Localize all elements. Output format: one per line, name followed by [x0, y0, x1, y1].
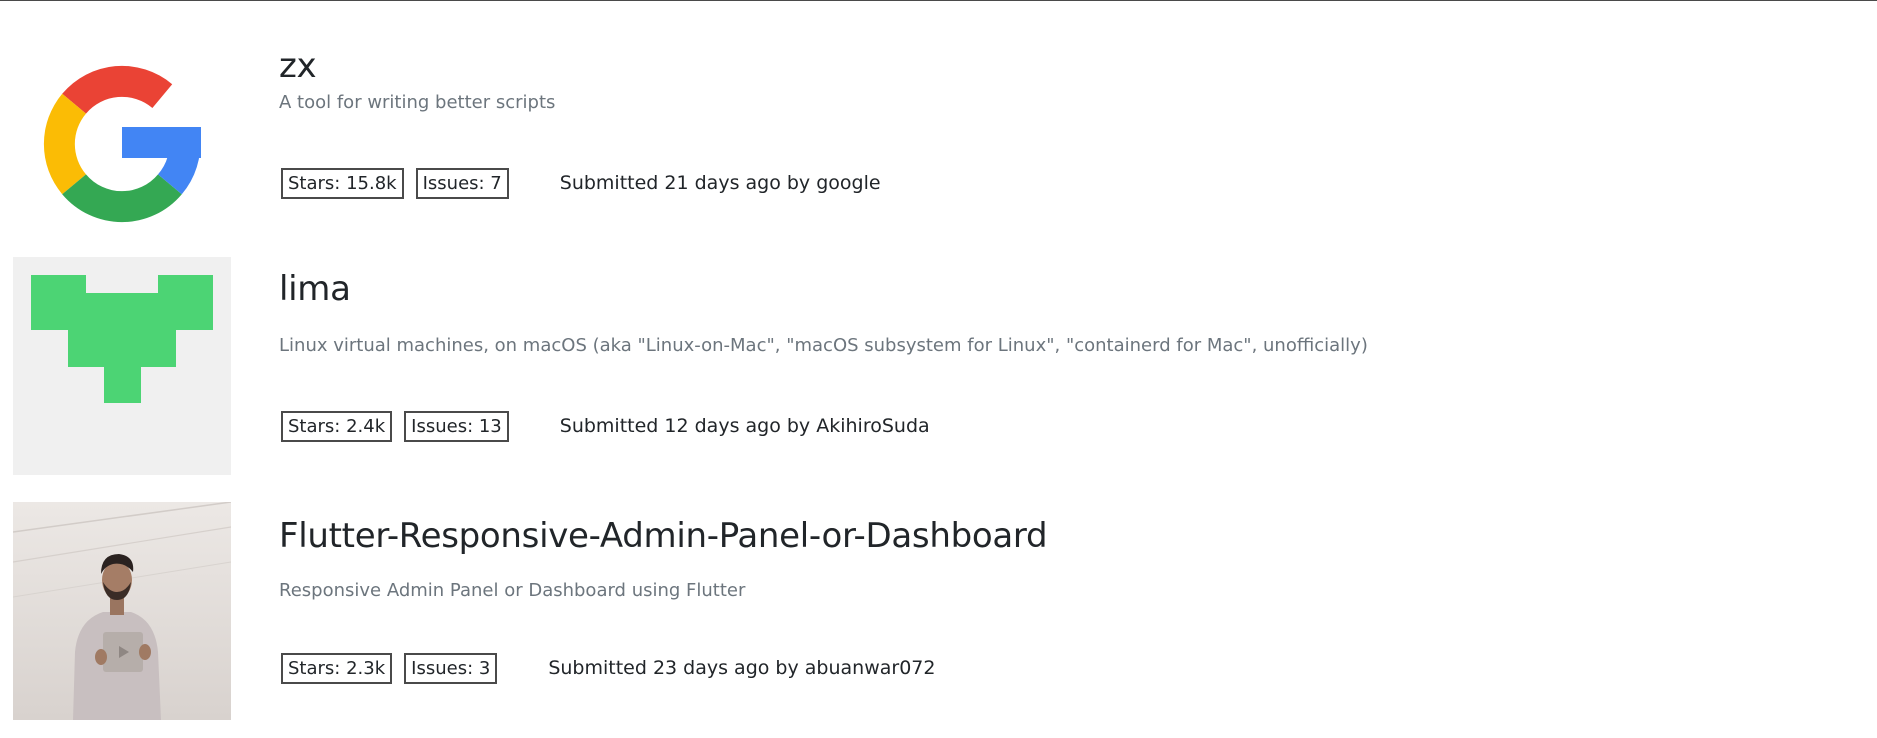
stars-badge: Stars: 15.8k	[281, 168, 404, 199]
repo-name[interactable]: zx	[279, 46, 317, 86]
user-photo[interactable]	[13, 502, 231, 720]
stars-badge: Stars: 2.3k	[281, 653, 393, 684]
submitted-info: Submitted 21 days ago by google	[559, 172, 881, 194]
stars-badge: Stars: 2.4k	[281, 411, 393, 442]
repo-item: lima Linux virtual machines, on macOS (a…	[0, 257, 1877, 477]
top-divider	[0, 0, 1877, 1]
issues-badge: Issues: 13	[404, 411, 509, 442]
submitted-info: Submitted 23 days ago by abuanwar072	[548, 657, 936, 679]
submitted-info: Submitted 12 days ago by AkihiroSuda	[559, 415, 930, 437]
repo-description: A tool for writing better scripts	[279, 92, 556, 113]
repo-meta: Stars: 15.8k Issues: 7 Submitted 21 days a…	[281, 168, 881, 199]
google-logo-icon[interactable]	[13, 37, 231, 255]
repo-description: Responsive Admin Panel or Dashboard usin…	[279, 580, 746, 601]
repo-item: zx A tool for writing better scripts Sta…	[0, 37, 1877, 257]
green-identicon-icon[interactable]	[13, 257, 231, 475]
repo-name[interactable]: lima	[279, 269, 351, 309]
repo-name[interactable]: Flutter-Responsive-Admin-Panel-or-Dashbo…	[279, 516, 1048, 556]
repo-item: Flutter-Responsive-Admin-Panel-or-Dashbo…	[0, 502, 1877, 722]
issues-badge: Issues: 3	[404, 653, 498, 684]
repo-description: Linux virtual machines, on macOS (aka "L…	[279, 335, 1368, 356]
repo-meta: Stars: 2.4k Issues: 13 Submitted 12 days a…	[281, 411, 930, 442]
issues-badge: Issues: 7	[415, 168, 509, 199]
repo-meta: Stars: 2.3k Issues: 3 Submitted 23 days ag…	[281, 653, 936, 684]
